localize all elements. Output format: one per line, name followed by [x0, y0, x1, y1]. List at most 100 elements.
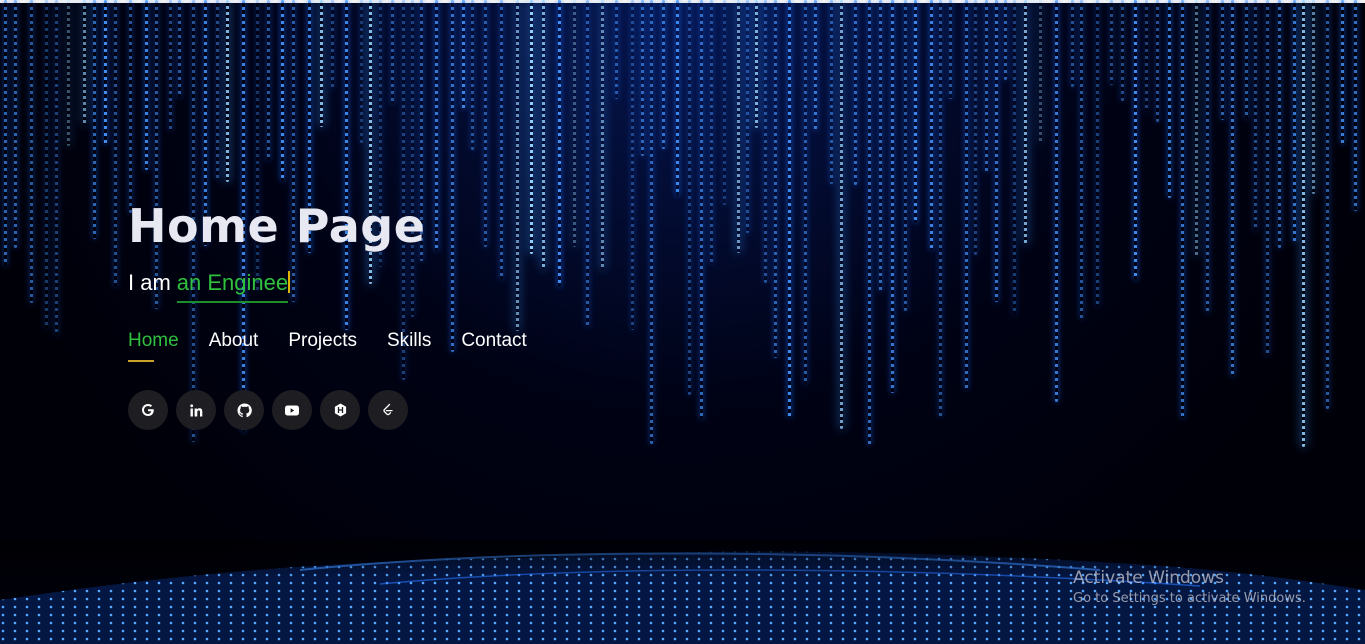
rain-streak [650, 0, 653, 444]
rain-streak [1293, 0, 1296, 242]
rain-streak [331, 0, 334, 89]
nav-projects-link[interactable]: Projects [288, 330, 357, 352]
rain-streak [1312, 0, 1315, 194]
rain-streak [1013, 0, 1016, 315]
rain-streak [676, 0, 679, 196]
rain-streak [55, 0, 58, 335]
rain-streak [774, 0, 777, 358]
rain-streak [4, 0, 7, 266]
rain-streak [573, 0, 576, 247]
rain-streak [45, 0, 48, 329]
rain-streak [995, 0, 998, 302]
rain-streak [1039, 0, 1042, 143]
typed-intro: I am an Enginee [128, 268, 527, 303]
nav-home-link[interactable]: Home [128, 330, 179, 362]
youtube-link-button[interactable] [272, 390, 312, 430]
rain-streak [939, 0, 942, 417]
google-link-button[interactable] [128, 390, 168, 430]
rain-streak [1080, 0, 1083, 319]
hackerrank-link-button[interactable] [320, 390, 360, 430]
rain-streak [1221, 0, 1224, 120]
nav-about-link[interactable]: About [209, 330, 259, 352]
hero-content: Home Page I am an Enginee Home About Proj… [128, 196, 527, 430]
rain-streak [145, 0, 148, 170]
rain-streak [67, 0, 70, 146]
rain-streak [1134, 0, 1137, 280]
rain-streak [93, 0, 96, 239]
rain-streak [949, 0, 952, 99]
rain-streak [755, 0, 758, 128]
github-icon [236, 402, 252, 417]
rain-streak [1121, 0, 1124, 101]
typing-caret [288, 271, 291, 293]
rain-streak [662, 0, 665, 149]
rain-streak [879, 0, 882, 291]
rain-streak [1055, 0, 1058, 402]
rain-streak [1004, 0, 1007, 80]
rain-streak [891, 0, 894, 393]
rain-streak [854, 0, 857, 185]
rain-streak [1266, 0, 1269, 355]
rain-streak [1145, 0, 1148, 111]
rain-streak [631, 0, 634, 330]
rain-streak [129, 0, 132, 213]
rain-streak [83, 0, 86, 125]
rain-streak [1110, 0, 1113, 85]
rain-streak [1341, 0, 1344, 144]
rain-streak [830, 0, 833, 184]
linkedin-link-button[interactable] [176, 390, 216, 430]
rain-streak [641, 0, 644, 156]
hackerrank-icon [334, 403, 346, 417]
rain-streak [1326, 0, 1329, 409]
main-nav: Home About Projects Skills Contact [128, 330, 527, 362]
rain-streak [1168, 0, 1171, 198]
rain-streak [471, 0, 474, 150]
rain-streak [114, 0, 117, 287]
rain-streak [737, 0, 740, 253]
rain-streak [601, 0, 604, 270]
watermark-subtitle: Go to Settings to activate Windows. [1073, 591, 1306, 606]
rain-streak [1231, 0, 1234, 376]
rain-streak [462, 0, 465, 109]
rain-streak [746, 0, 749, 233]
rain-streak [840, 0, 843, 429]
leetcode-icon [383, 403, 393, 416]
rain-streak [974, 0, 977, 255]
rain-streak [391, 0, 394, 104]
github-link-button[interactable] [224, 390, 264, 430]
rain-streak [360, 0, 363, 144]
rain-streak [615, 0, 618, 99]
rain-streak [30, 0, 33, 303]
rain-streak [700, 0, 703, 419]
intro-prefix: I am [128, 270, 171, 295]
rain-streak [178, 0, 181, 98]
top-border [0, 0, 1365, 3]
rain-streak [1071, 0, 1074, 87]
rain-streak [1278, 0, 1281, 248]
rain-streak [1156, 0, 1159, 122]
nav-skills-link[interactable]: Skills [387, 330, 431, 352]
rain-streak [788, 0, 791, 417]
rain-streak [914, 0, 917, 223]
rain-streak [542, 0, 545, 269]
rain-streak [530, 0, 533, 254]
youtube-icon [285, 405, 299, 415]
activate-windows-watermark: Activate Windows Go to Settings to activ… [1073, 567, 1306, 609]
rain-streak [985, 0, 988, 172]
rain-streak [1195, 0, 1198, 256]
rain-streak [267, 0, 270, 161]
rain-streak [1245, 0, 1248, 119]
rain-streak [710, 0, 713, 264]
intro-role-text: an Enginee [176, 270, 289, 303]
rain-streak [281, 0, 284, 181]
rain-streak [688, 0, 691, 395]
rain-streak [1302, 0, 1305, 447]
rain-streak [764, 0, 767, 283]
nav-contact-link[interactable]: Contact [461, 330, 526, 352]
rain-streak [558, 0, 561, 287]
leetcode-link-button[interactable] [368, 390, 408, 430]
hero-section: Home Page I am an Enginee Home About Proj… [0, 0, 1365, 644]
rain-streak [804, 0, 807, 384]
rain-streak [320, 0, 323, 127]
social-links [128, 390, 527, 430]
